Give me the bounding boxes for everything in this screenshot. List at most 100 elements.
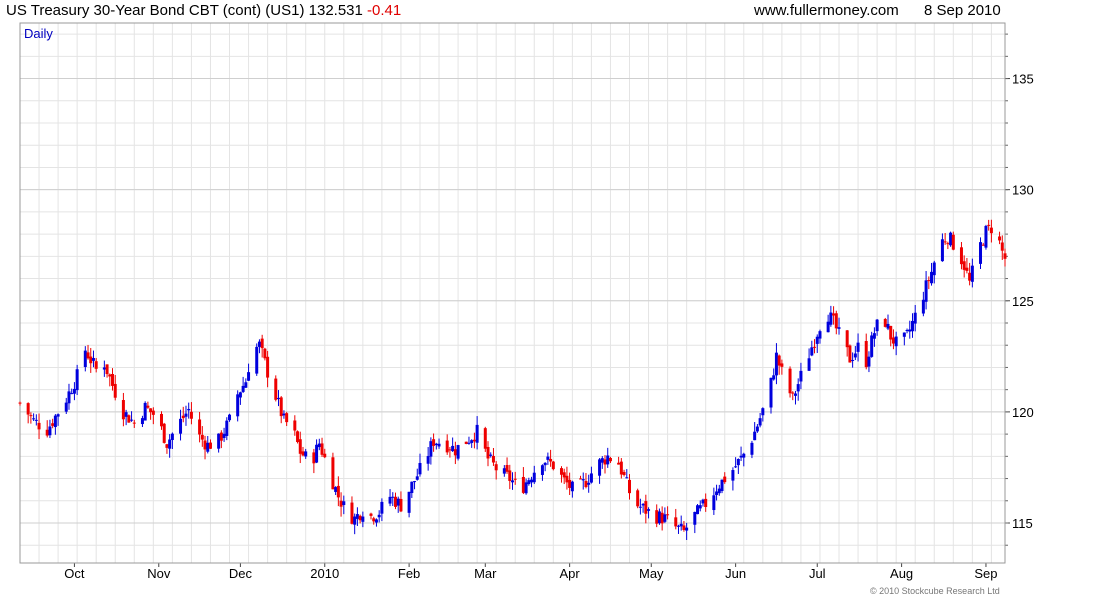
candle-body (807, 358, 811, 371)
candle-body (905, 329, 909, 331)
candle-body (410, 481, 414, 494)
x-tick-label: Oct (64, 566, 85, 581)
candle-body (456, 445, 460, 459)
candle-body (353, 516, 357, 525)
candle-body (856, 342, 860, 352)
candle-body (565, 475, 569, 483)
candle-body (951, 234, 955, 250)
candle-body (168, 439, 172, 449)
candle-body (361, 516, 365, 522)
candle-body (712, 495, 716, 511)
candle-body (600, 458, 604, 463)
x-tick-label: Dec (229, 566, 253, 581)
candle-body (755, 426, 759, 432)
x-tick-label: Feb (398, 566, 420, 581)
candle-body (26, 403, 30, 415)
candle-body (336, 485, 340, 498)
candle-body (276, 397, 280, 400)
candle-body (606, 455, 610, 465)
candle-body (317, 443, 321, 448)
candle-body (184, 413, 188, 417)
candle-body (225, 420, 229, 436)
copyright-notice: © 2010 Stockcube Research Ltd (870, 586, 1000, 596)
candle-body (132, 422, 136, 424)
candle-body (18, 402, 22, 404)
candle-body (587, 482, 591, 485)
candle-body (753, 431, 757, 441)
candle-body (470, 440, 474, 443)
candle-body (279, 397, 283, 417)
candle-body (187, 408, 191, 411)
candle-body (472, 439, 476, 442)
candle-body (48, 426, 52, 436)
candle-body (530, 479, 534, 483)
candle-body (429, 441, 433, 457)
candle-body (693, 511, 697, 525)
candle-body (641, 503, 645, 506)
candle-body (296, 431, 300, 443)
candle-body (867, 356, 871, 367)
candle-body (162, 423, 166, 443)
candle-body (334, 487, 338, 492)
candle-body (834, 313, 838, 329)
candle-body (946, 243, 950, 245)
candle-body (374, 519, 378, 523)
candle-body (796, 384, 800, 392)
candle-body (453, 449, 457, 456)
candle-body (263, 348, 267, 359)
candle-body (380, 501, 384, 514)
candle-body (64, 402, 68, 412)
candle-body (89, 356, 93, 364)
candle-body (51, 423, 55, 426)
candle-body (750, 442, 754, 455)
x-tick-label: Sep (974, 566, 997, 581)
candle-body (979, 242, 983, 264)
candle-body (413, 481, 417, 483)
candle-body (331, 457, 335, 490)
candle-body (908, 329, 912, 332)
candle-body (464, 441, 468, 444)
candle-body (236, 394, 240, 417)
candle-body (549, 458, 553, 462)
candle-body (540, 465, 544, 475)
candle-body (486, 446, 490, 459)
candle-body (467, 442, 471, 444)
candle-body (489, 454, 493, 456)
price-chart: 115 120 125 130 135 Oct Nov Dec 2010 Feb Mar Apr May… (18, 22, 1034, 581)
candle-body (891, 337, 895, 344)
candle-body (491, 455, 495, 463)
candle-body (698, 505, 702, 509)
x-tick-label: 2010 (310, 566, 339, 581)
candle-body (731, 470, 735, 481)
candle-body (377, 514, 381, 518)
candle-body (774, 352, 778, 376)
candle-body (508, 470, 512, 481)
candle-body (562, 472, 566, 478)
candle-body (679, 523, 683, 527)
candle-body (67, 391, 71, 404)
candle-body (247, 372, 251, 381)
candle-body (72, 388, 76, 394)
candle-body (559, 468, 563, 475)
candle-body (524, 482, 528, 494)
candle-body (791, 392, 795, 394)
candle-body (320, 443, 324, 455)
candle-body (159, 413, 163, 427)
candle-body (208, 442, 212, 449)
candle-body (105, 364, 109, 375)
x-tick-label: May (639, 566, 664, 581)
candle-body (315, 444, 319, 463)
candle-body (293, 420, 297, 431)
x-tick-label: Nov (147, 566, 171, 581)
candle-body (86, 352, 90, 359)
candle-body (793, 393, 797, 396)
candle-body (777, 355, 781, 366)
candle-body (965, 267, 969, 271)
candle-body (434, 443, 438, 446)
x-tick-label: Apr (560, 566, 581, 581)
candle-body (285, 413, 289, 423)
candle-body (502, 468, 506, 474)
candle-body (628, 479, 632, 494)
candle-body (53, 415, 57, 428)
candle-body (875, 319, 879, 332)
